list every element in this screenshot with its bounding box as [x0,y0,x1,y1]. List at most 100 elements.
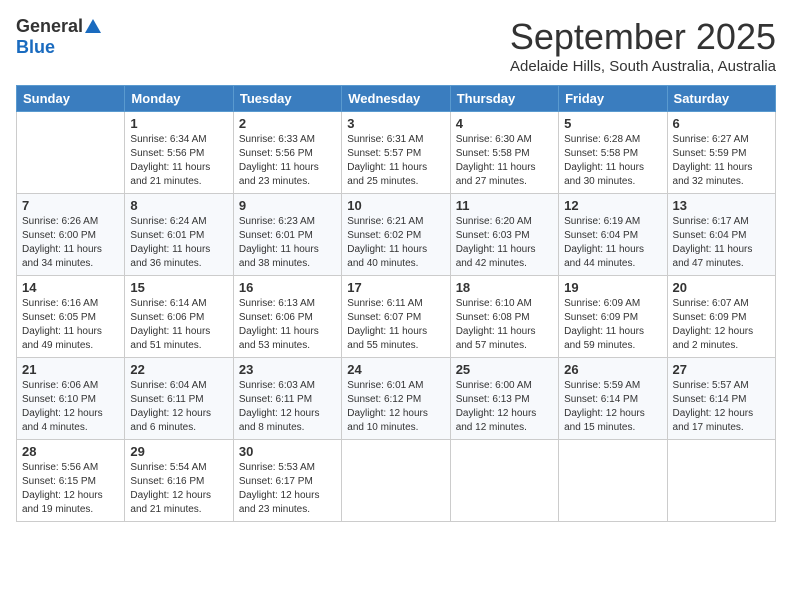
calendar-cell: 9Sunrise: 6:23 AMSunset: 6:01 PMDaylight… [233,194,341,276]
day-number: 4 [456,116,553,131]
day-number: 24 [347,362,444,377]
calendar-cell: 19 Sunrise: 6:09 AMSunset: 6:09 PMDayligh… [559,276,667,358]
day-number: 9 [239,198,336,213]
calendar-cell: 6 Sunrise: 6:27 AMSunset: 5:59 PMDaylight… [667,112,775,194]
weekday-header: Tuesday [233,86,341,112]
day-number: 29 [130,444,227,459]
day-info: Sunrise: 6:31 AMSunset: 5:57 PMDaylight:… [347,133,444,189]
day-info: Sunrise: 6:27 AMSunset: 5:59 PMDaylight:… [673,133,770,189]
weekday-header: Sunday [17,86,125,112]
calendar-cell: 17 Sunrise: 6:11 AMSunset: 6:07 PMDayligh… [342,276,450,358]
day-number: 6 [673,116,770,131]
day-info: Sunrise: 6:11 AMSunset: 6:07 PMDaylight:… [347,297,444,353]
day-number: 20 [673,280,770,295]
weekday-header: Thursday [450,86,558,112]
day-info: Sunrise: 6:24 AMSunset: 6:01 PMDaylight:… [130,215,227,271]
logo-triangle-icon [85,19,101,33]
day-number: 7 [22,198,119,213]
calendar-cell: 28 Sunrise: 5:56 AMSunset: 6:15 PMDayligh… [17,440,125,522]
weekday-header: Friday [559,86,667,112]
day-number: 17 [347,280,444,295]
calendar-cell: 10 Sunrise: 6:21 AMSunset: 6:02 PMDayligh… [342,194,450,276]
calendar-cell: 4 Sunrise: 6:30 AMSunset: 5:58 PMDaylight… [450,112,558,194]
calendar-cell [667,440,775,522]
calendar-cell: 27 Sunrise: 5:57 AMSunset: 6:14 PMDayligh… [667,358,775,440]
day-info: Sunrise: 6:34 AMSunset: 5:56 PMDaylight:… [130,133,227,189]
logo: General Blue [16,16,101,58]
day-info: Sunrise: 6:00 AMSunset: 6:13 PMDaylight:… [456,379,553,435]
calendar-cell [17,112,125,194]
day-info: Sunrise: 6:28 AMSunset: 5:58 PMDaylight:… [564,133,661,189]
day-number: 16 [239,280,336,295]
day-number: 12 [564,198,661,213]
day-number: 10 [347,198,444,213]
calendar-cell: 12 Sunrise: 6:19 AMSunset: 6:04 PMDayligh… [559,194,667,276]
calendar-cell: 2 Sunrise: 6:33 AMSunset: 5:56 PMDaylight… [233,112,341,194]
day-info: Sunrise: 5:53 AMSunset: 6:17 PMDaylight:… [239,461,336,517]
day-info: Sunrise: 6:30 AMSunset: 5:58 PMDaylight:… [456,133,553,189]
day-number: 23 [239,362,336,377]
calendar-cell [342,440,450,522]
day-number: 19 [564,280,661,295]
day-info: Sunrise: 6:33 AMSunset: 5:56 PMDaylight:… [239,133,336,189]
calendar-week-row: 28 Sunrise: 5:56 AMSunset: 6:15 PMDayligh… [17,440,776,522]
logo-blue: Blue [16,37,55,58]
weekday-header: Monday [125,86,233,112]
day-number: 30 [239,444,336,459]
logo-general: General [16,16,83,37]
calendar-cell: 20 Sunrise: 6:07 AMSunset: 6:09 PMDayligh… [667,276,775,358]
day-info: Sunrise: 6:03 AMSunset: 6:11 PMDaylight:… [239,379,336,435]
calendar-cell: 15 Sunrise: 6:14 AMSunset: 6:06 PMDayligh… [125,276,233,358]
day-number: 27 [673,362,770,377]
day-number: 28 [22,444,119,459]
day-number: 5 [564,116,661,131]
calendar-cell: 21Sunrise: 6:06 AMSunset: 6:10 PMDayligh… [17,358,125,440]
day-number: 11 [456,198,553,213]
day-info: Sunrise: 6:13 AMSunset: 6:06 PMDaylight:… [239,297,336,353]
day-info: Sunrise: 5:56 AMSunset: 6:15 PMDaylight:… [22,461,119,517]
day-number: 21 [22,362,119,377]
calendar-cell: 7Sunrise: 6:26 AMSunset: 6:00 PMDaylight… [17,194,125,276]
calendar-cell: 18 Sunrise: 6:10 AMSunset: 6:08 PMDayligh… [450,276,558,358]
day-info: Sunrise: 6:14 AMSunset: 6:06 PMDaylight:… [130,297,227,353]
day-info: Sunrise: 6:20 AMSunset: 6:03 PMDaylight:… [456,215,553,271]
day-number: 25 [456,362,553,377]
day-number: 18 [456,280,553,295]
day-number: 8 [130,198,227,213]
day-number: 26 [564,362,661,377]
calendar-week-row: 21Sunrise: 6:06 AMSunset: 6:10 PMDayligh… [17,358,776,440]
calendar-cell: 25 Sunrise: 6:00 AMSunset: 6:13 PMDayligh… [450,358,558,440]
location-title: Adelaide Hills, South Australia, Austral… [510,58,776,75]
calendar-cell: 24Sunrise: 6:01 AMSunset: 6:12 PMDayligh… [342,358,450,440]
day-info: Sunrise: 6:16 AMSunset: 6:05 PMDaylight:… [22,297,119,353]
calendar-week-row: 14 Sunrise: 6:16 AMSunset: 6:05 PMDayligh… [17,276,776,358]
calendar-cell: 22 Sunrise: 6:04 AMSunset: 6:11 PMDayligh… [125,358,233,440]
calendar-cell: 23 Sunrise: 6:03 AMSunset: 6:11 PMDayligh… [233,358,341,440]
calendar-cell: 26 Sunrise: 5:59 AMSunset: 6:14 PMDayligh… [559,358,667,440]
day-number: 22 [130,362,227,377]
day-number: 3 [347,116,444,131]
calendar-cell [450,440,558,522]
calendar-cell: 14 Sunrise: 6:16 AMSunset: 6:05 PMDayligh… [17,276,125,358]
day-number: 14 [22,280,119,295]
calendar-cell: 13Sunrise: 6:17 AMSunset: 6:04 PMDayligh… [667,194,775,276]
day-info: Sunrise: 6:09 AMSunset: 6:09 PMDaylight:… [564,297,661,353]
calendar-cell: 8 Sunrise: 6:24 AMSunset: 6:01 PMDaylight… [125,194,233,276]
day-info: Sunrise: 5:59 AMSunset: 6:14 PMDaylight:… [564,379,661,435]
day-info: Sunrise: 5:57 AMSunset: 6:14 PMDaylight:… [673,379,770,435]
calendar-table: SundayMondayTuesdayWednesdayThursdayFrid… [16,85,776,522]
calendar-cell: 30 Sunrise: 5:53 AMSunset: 6:17 PMDayligh… [233,440,341,522]
day-info: Sunrise: 5:54 AMSunset: 6:16 PMDaylight:… [130,461,227,517]
day-info: Sunrise: 6:10 AMSunset: 6:08 PMDaylight:… [456,297,553,353]
day-number: 15 [130,280,227,295]
calendar-cell: 11 Sunrise: 6:20 AMSunset: 6:03 PMDayligh… [450,194,558,276]
calendar-week-row: 1Sunrise: 6:34 AMSunset: 5:56 PMDaylight… [17,112,776,194]
day-info: Sunrise: 6:19 AMSunset: 6:04 PMDaylight:… [564,215,661,271]
day-info: Sunrise: 6:17 AMSunset: 6:04 PMDaylight:… [673,215,770,271]
calendar-cell: 1Sunrise: 6:34 AMSunset: 5:56 PMDaylight… [125,112,233,194]
day-info: Sunrise: 6:07 AMSunset: 6:09 PMDaylight:… [673,297,770,353]
page-header: General Blue September 2025 Adelaide Hil… [16,16,776,75]
day-info: Sunrise: 6:21 AMSunset: 6:02 PMDaylight:… [347,215,444,271]
day-info: Sunrise: 6:04 AMSunset: 6:11 PMDaylight:… [130,379,227,435]
day-number: 2 [239,116,336,131]
